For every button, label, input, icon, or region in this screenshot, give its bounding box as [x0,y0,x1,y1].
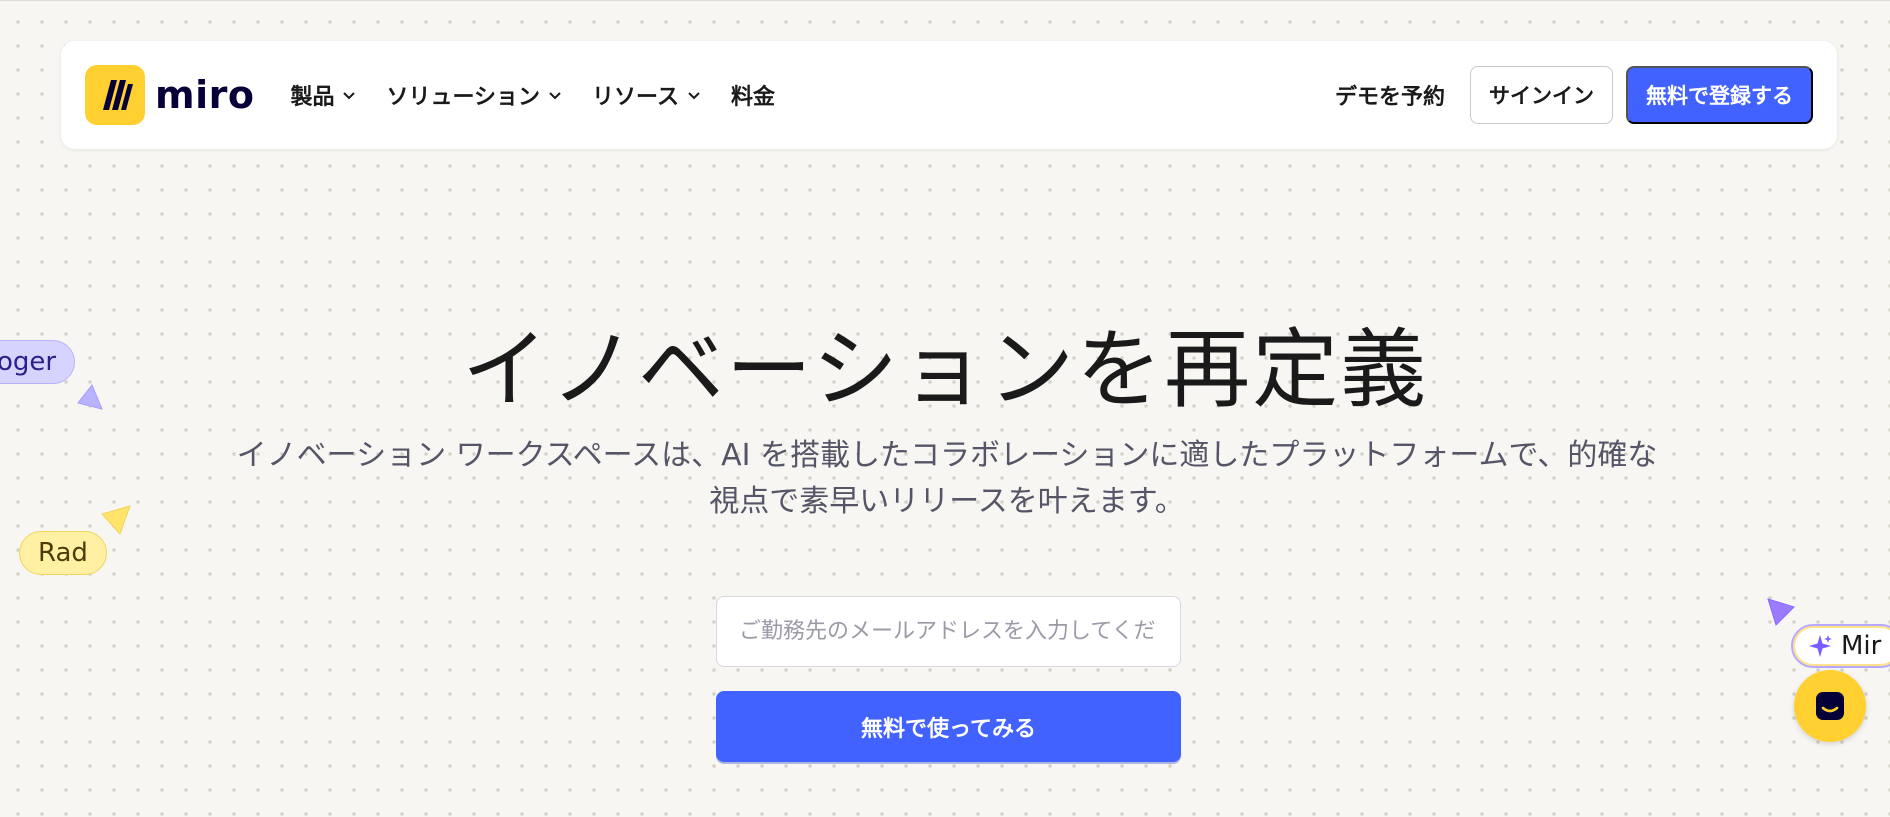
ai-chip-label: Mir [1841,631,1882,661]
chat-icon [1816,692,1844,720]
nav-actions: デモを予約 サインイン 無料で登録する [1335,66,1813,124]
cursor-arrow-icon [1767,598,1795,626]
nav-item-solutions[interactable]: ソリューション [386,79,562,111]
main-nav: 製品 ソリューション リソース 料金 [290,79,775,111]
try-free-button[interactable]: 無料で使ってみる [716,691,1181,762]
nav-item-label: リソース [592,85,679,110]
miro-logo[interactable]: miro [85,65,254,125]
chat-support-button[interactable] [1794,670,1866,742]
signup-button[interactable]: 無料で登録する [1626,66,1813,124]
nav-item-resources[interactable]: リソース [592,79,701,111]
signin-button[interactable]: サインイン [1470,66,1613,124]
cursor-arrow-icon [77,384,103,410]
chevron-down-icon [549,92,561,100]
top-navbar: miro 製品 ソリューション リソース 料金 デモを予約 サインイン 無料で登… [61,41,1837,149]
ai-assistant-chip[interactable]: Mir [1791,624,1890,668]
chevron-down-icon [343,92,356,100]
brand-name: miro [155,73,255,117]
nav-item-products[interactable]: 製品 [290,79,356,111]
hero-subtitle: イノベーション ワークスペースは、AI を搭載したコラボレーションに適したプラッ… [236,438,1658,519]
email-input[interactable] [716,596,1181,667]
hero-title: イノベーションを再定義 [461,320,1429,420]
nav-item-label: 料金 [730,85,775,110]
sparkle-icon [1809,635,1832,657]
nav-item-label: 製品 [290,85,335,110]
book-demo-link[interactable]: デモを予約 [1335,79,1445,111]
collaborator-cursor-label: oger [0,340,76,384]
miro-logo-icon [85,65,145,125]
nav-item-pricing[interactable]: 料金 [731,79,775,111]
cursor-arrow-icon [101,505,131,535]
nav-item-label: ソリューション [386,85,541,110]
chevron-down-icon [688,92,700,100]
collaborator-cursor-label: Rad [19,531,107,575]
